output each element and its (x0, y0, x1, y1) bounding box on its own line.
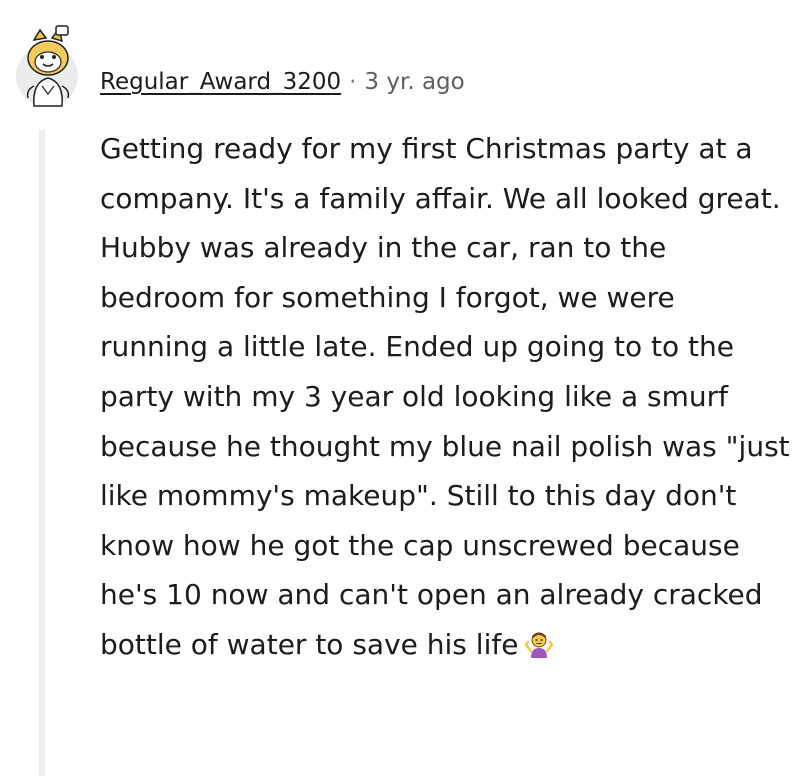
comment: Regular_Award_3200 · 3 yr. ago Getting r… (0, 0, 800, 776)
comment-header: Regular_Award_3200 · 3 yr. ago (100, 62, 465, 102)
comment-body-text: Getting ready for my first Christmas par… (100, 132, 790, 661)
username-link[interactable]: Regular_Award_3200 (100, 69, 341, 95)
thread-line[interactable] (39, 130, 45, 776)
person-shrugging-emoji-icon (524, 625, 555, 658)
user-avatar[interactable] (12, 24, 82, 108)
comment-timestamp[interactable]: 3 yr. ago (364, 69, 464, 95)
comment-body: Getting ready for my first Christmas par… (100, 124, 790, 670)
snoo-avatar-icon (16, 25, 78, 107)
meta-separator: · (349, 69, 357, 95)
